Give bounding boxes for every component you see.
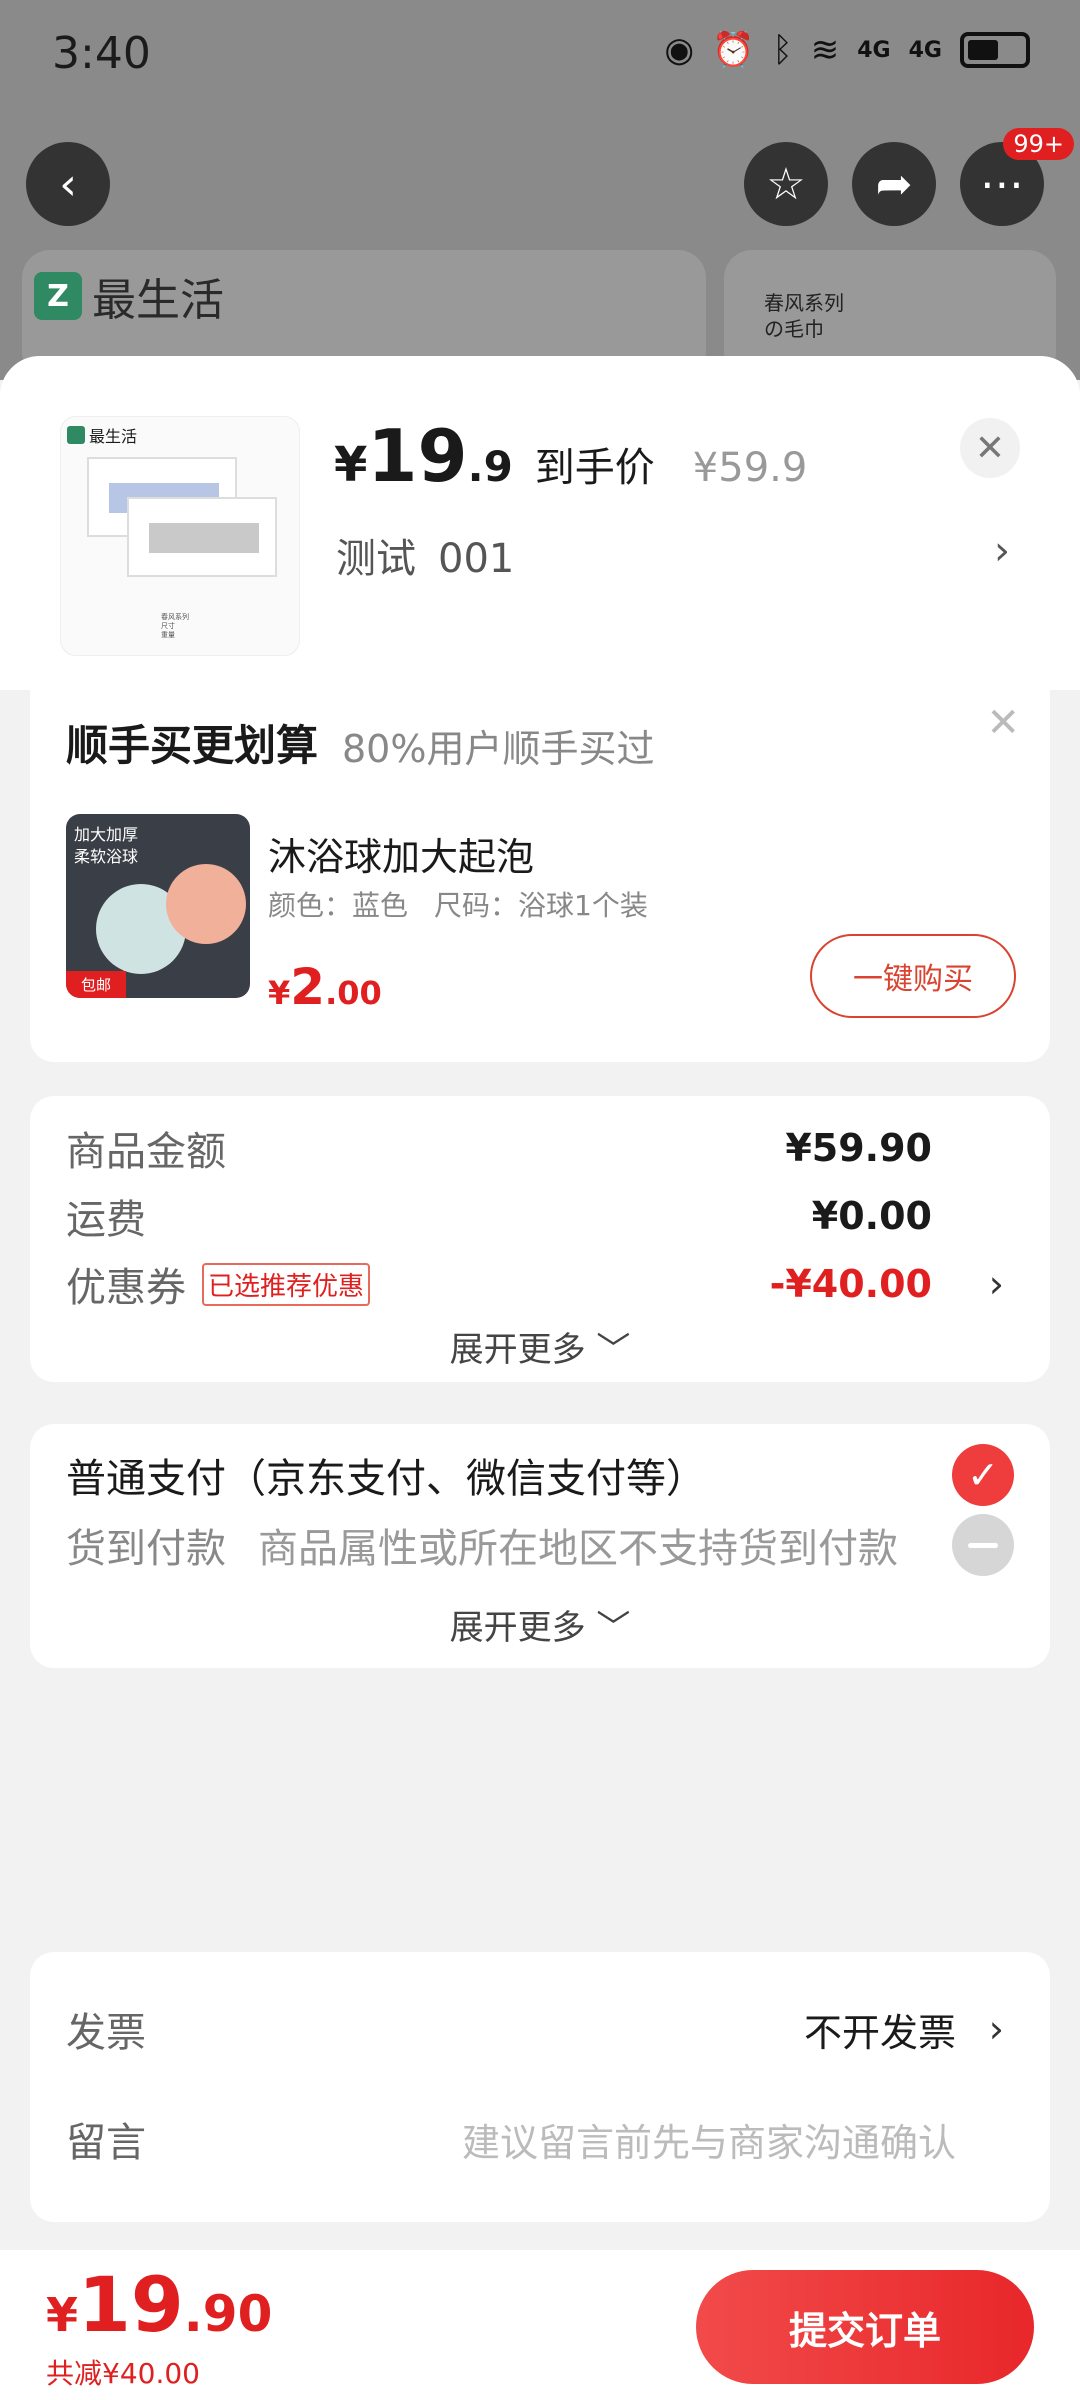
background-brand: Z 最生活 [34, 264, 224, 328]
submit-order-button[interactable]: 提交订单 [696, 2270, 1034, 2384]
price-label: 到手价 [534, 445, 655, 491]
chevron-right-icon: › [988, 2007, 1004, 2051]
favorite-button[interactable]: ☆ [744, 142, 828, 226]
alarm-icon: ⏰ [712, 30, 755, 70]
star-icon: ☆ [766, 158, 806, 210]
notification-badge: 99+ [1003, 128, 1074, 160]
brand-logo-icon [67, 426, 85, 444]
chevron-right-icon[interactable]: › [994, 528, 1010, 574]
addon-title: 顺手买更划算 [66, 721, 319, 770]
addon-product-image[interactable]: 加大加厚 柔软浴球 包邮 [66, 814, 250, 998]
bluetooth-icon: ᛒ [772, 30, 793, 70]
signal-icon: 4G [857, 37, 891, 63]
payment-card: 普通支付（京东支付、微信支付等） ✓ 货到付款 商品属性或所在地区不支持货到付款… [30, 1424, 1050, 1668]
back-button[interactable]: ‹ [26, 142, 110, 226]
more-icon: ⋯ [980, 158, 1024, 210]
addon-card: 顺手买更划算 80%用户顺手买过 ✕ 加大加厚 柔软浴球 包邮 沐浴球加大起泡 颜… [30, 690, 1050, 1062]
product-image: 最生活 春风系列 尺寸 重量 [60, 416, 300, 656]
coupon-row[interactable]: 优惠券 已选推荐优惠 -¥40.00 › [66, 1254, 1014, 1314]
total-discount: 共减¥40.00 [46, 2357, 200, 2390]
cod-note: 商品属性或所在地区不支持货到付款 [258, 1526, 898, 1572]
addon-price: ¥ 2 .00 [268, 958, 382, 1016]
back-icon: ‹ [59, 158, 77, 210]
goods-amount-row: 商品金额 ¥59.90 [66, 1126, 932, 1175]
chevron-down-icon: ﹀ [596, 1330, 631, 1370]
close-icon[interactable]: ✕ [986, 700, 1020, 746]
status-time: 3:40 [52, 28, 151, 79]
share-button[interactable]: ➦ [852, 142, 936, 226]
status-bar: 3:40 ◉ ⏰ ᛒ ≋ 4G 4G [0, 0, 1080, 110]
brand-logo-icon: Z [34, 272, 82, 320]
amount-card: 商品金额 ¥59.90 运费 ¥0.00 优惠券 已选推荐优惠 -¥40.00 … [30, 1096, 1050, 1382]
close-button[interactable]: ✕ [960, 418, 1020, 478]
addon-subtitle: 80%用户顺手买过 [342, 727, 655, 771]
total-price: ¥ 19 .90 [46, 2260, 273, 2349]
expand-more-button[interactable]: 展开更多 ﹀ [30, 1600, 1050, 1649]
brand-name: 最生活 [92, 275, 224, 326]
chevron-down-icon: ﹀ [596, 1608, 631, 1648]
share-icon: ➦ [875, 158, 913, 210]
status-icons: ◉ ⏰ ᛒ ≋ 4G 4G [664, 30, 1030, 70]
message-row[interactable]: 留言 建议留言前先与商家沟通确认 [66, 2106, 1014, 2172]
towel-image [127, 497, 277, 577]
checkout-footer: ¥ 19 .90 共减¥40.00 提交订单 [0, 2250, 1080, 2400]
original-price: ¥59.9 [692, 445, 808, 491]
disabled-icon [952, 1514, 1014, 1576]
wifi-icon: ≋ [810, 30, 840, 70]
eye-icon: ◉ [664, 30, 694, 70]
payment-normal-option[interactable]: 普通支付（京东支付、微信支付等） ✓ [66, 1442, 1014, 1508]
close-icon: ✕ [974, 427, 1006, 469]
payment-cod-option: 货到付款 商品属性或所在地区不支持货到付款 [66, 1512, 1014, 1578]
price-row: ¥ 19 .9 到手价 ¥59.9 [334, 414, 808, 498]
shipping-fee: ¥0.00 [811, 1194, 932, 1238]
addon-attributes: 颜色：蓝色 尺码：浴球1个装 [268, 889, 648, 922]
shipping-row: 运费 ¥0.00 [66, 1194, 932, 1243]
invoice-row[interactable]: 发票 不开发票 › [66, 1996, 1014, 2062]
free-shipping-tag: 包邮 [66, 971, 126, 998]
one-click-buy-button[interactable]: 一键购买 [810, 934, 1016, 1018]
signal-icon-2: 4G [908, 37, 942, 63]
goods-amount: ¥59.90 [785, 1126, 932, 1170]
battery-icon [960, 32, 1030, 68]
more-button[interactable]: ⋯ 99+ [960, 128, 1074, 226]
coupon-badge: 已选推荐优惠 [202, 1262, 371, 1306]
chevron-right-icon: › [988, 1262, 1004, 1306]
addon-product-name: 沐浴球加大起泡 [268, 835, 535, 879]
product-summary: 最生活 春风系列 尺寸 重量 ¥ 19 .9 到手价 ¥59.9 ✕ 测试 001 › [0, 356, 1080, 690]
spec-selector[interactable]: 测试 001 [336, 526, 514, 584]
coupon-discount: -¥40.00 [769, 1262, 932, 1306]
message-input[interactable]: 建议留言前先与商家沟通确认 [462, 2112, 956, 2167]
invoice-card: 发票 不开发票 › 留言 建议留言前先与商家沟通确认 [30, 1956, 1050, 2222]
invoice-value: 不开发票 [803, 2010, 956, 2055]
checkmark-icon[interactable]: ✓ [952, 1444, 1014, 1506]
final-price: 19 [367, 414, 468, 498]
expand-more-button[interactable]: 展开更多 ﹀ [30, 1322, 1050, 1371]
